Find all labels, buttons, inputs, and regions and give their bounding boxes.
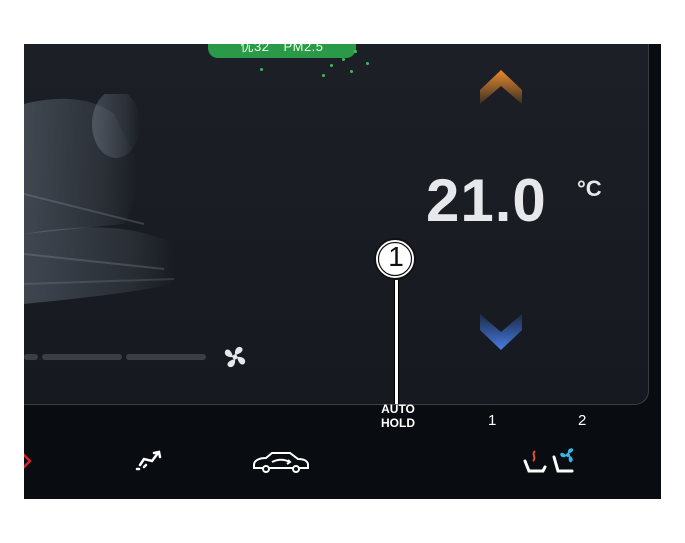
car-recirculation-icon[interactable]	[250, 449, 312, 475]
air-quality-badge: 优32 PM2.5	[208, 44, 356, 58]
seat-silhouette-icon	[24, 94, 175, 304]
climate-screen: 优32 PM2.5 21.0 °C	[24, 44, 661, 499]
temp-up-chevron-icon[interactable]	[474, 64, 528, 110]
temperature-value: 21.0	[426, 167, 547, 234]
seat-vent-icon[interactable]	[550, 447, 580, 477]
fan-segment	[42, 354, 122, 360]
pm-label: PM2.5	[283, 44, 324, 54]
fan-segment	[24, 354, 38, 360]
callout-leader-line	[394, 280, 399, 404]
hazard-icon[interactable]	[24, 449, 38, 473]
seat-heat-icon[interactable]	[521, 449, 549, 477]
temperature-unit: °C	[577, 176, 602, 201]
auto-hold-button[interactable]: AUTO HOLD	[370, 402, 426, 430]
bottom-control-bar	[24, 409, 661, 499]
climate-panel: 优32 PM2.5 21.0 °C	[24, 44, 649, 405]
temp-down-chevron-icon[interactable]	[474, 306, 528, 356]
seat-zone-1-label: 1	[488, 412, 497, 429]
aqi-label: 优32	[240, 44, 270, 54]
callout-number: 1	[388, 241, 404, 272]
vent-airflow-icon[interactable]	[132, 447, 166, 477]
fan-icon[interactable]	[220, 342, 250, 372]
fan-segment	[126, 354, 206, 360]
seat-zone-2-label: 2	[578, 412, 587, 429]
auto-hold-line2: HOLD	[381, 416, 415, 430]
auto-hold-line1: AUTO	[381, 402, 415, 416]
